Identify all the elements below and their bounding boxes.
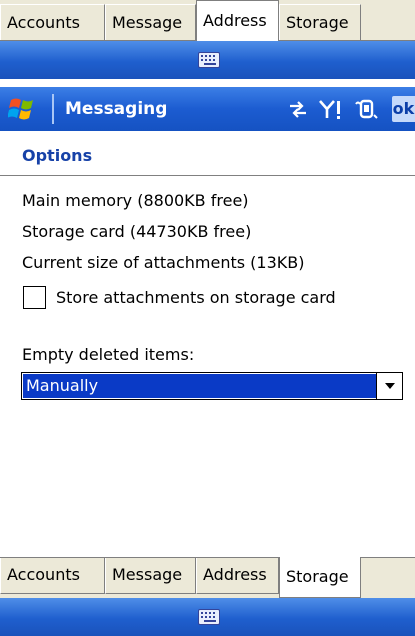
app-title: Messaging (65, 99, 168, 119)
page-title: Options (22, 146, 93, 165)
empty-deleted-value[interactable]: Manually (23, 374, 377, 398)
tab-message[interactable]: Message (105, 557, 196, 594)
store-attachments-label[interactable]: Store attachments on storage card (56, 288, 336, 307)
tab-storage[interactable]: Storage (279, 557, 361, 598)
attachments-size-text: Current size of attachments (13KB) (22, 253, 305, 272)
input-panel-bar-bottom (0, 598, 415, 636)
top-tab-strip: Accounts Message Address Storage (0, 0, 415, 41)
keyboard-icon[interactable] (198, 52, 220, 68)
empty-deleted-label: Empty deleted items: (22, 345, 195, 364)
start-flag-icon[interactable] (8, 95, 38, 123)
tab-accounts[interactable]: Accounts (0, 557, 105, 594)
title-bar: Messaging ok (0, 87, 415, 131)
tab-accounts-top[interactable]: Accounts (0, 4, 105, 41)
bottom-tab-strip: Accounts Message Address Storage (0, 557, 415, 598)
store-attachments-checkbox[interactable] (23, 286, 46, 309)
main-memory-text: Main memory (8800KB free) (22, 191, 249, 210)
empty-deleted-select[interactable]: Manually (21, 372, 403, 400)
phone-icon[interactable] (352, 98, 380, 120)
heading-divider (0, 175, 415, 176)
ok-button[interactable]: ok (392, 96, 415, 122)
signal-icon[interactable] (318, 98, 344, 120)
keyboard-icon-bottom[interactable] (198, 609, 220, 625)
tab-address-top[interactable]: Address (196, 0, 279, 41)
dropdown-arrow-icon[interactable] (376, 373, 402, 399)
tab-address[interactable]: Address (196, 557, 279, 594)
input-panel-bar-top (0, 41, 415, 79)
tab-storage-top[interactable]: Storage (279, 4, 361, 41)
title-separator (52, 94, 54, 124)
tab-message-top[interactable]: Message (105, 4, 196, 41)
storage-card-text: Storage card (44730KB free) (22, 222, 252, 241)
connectivity-icon[interactable] (287, 98, 309, 120)
